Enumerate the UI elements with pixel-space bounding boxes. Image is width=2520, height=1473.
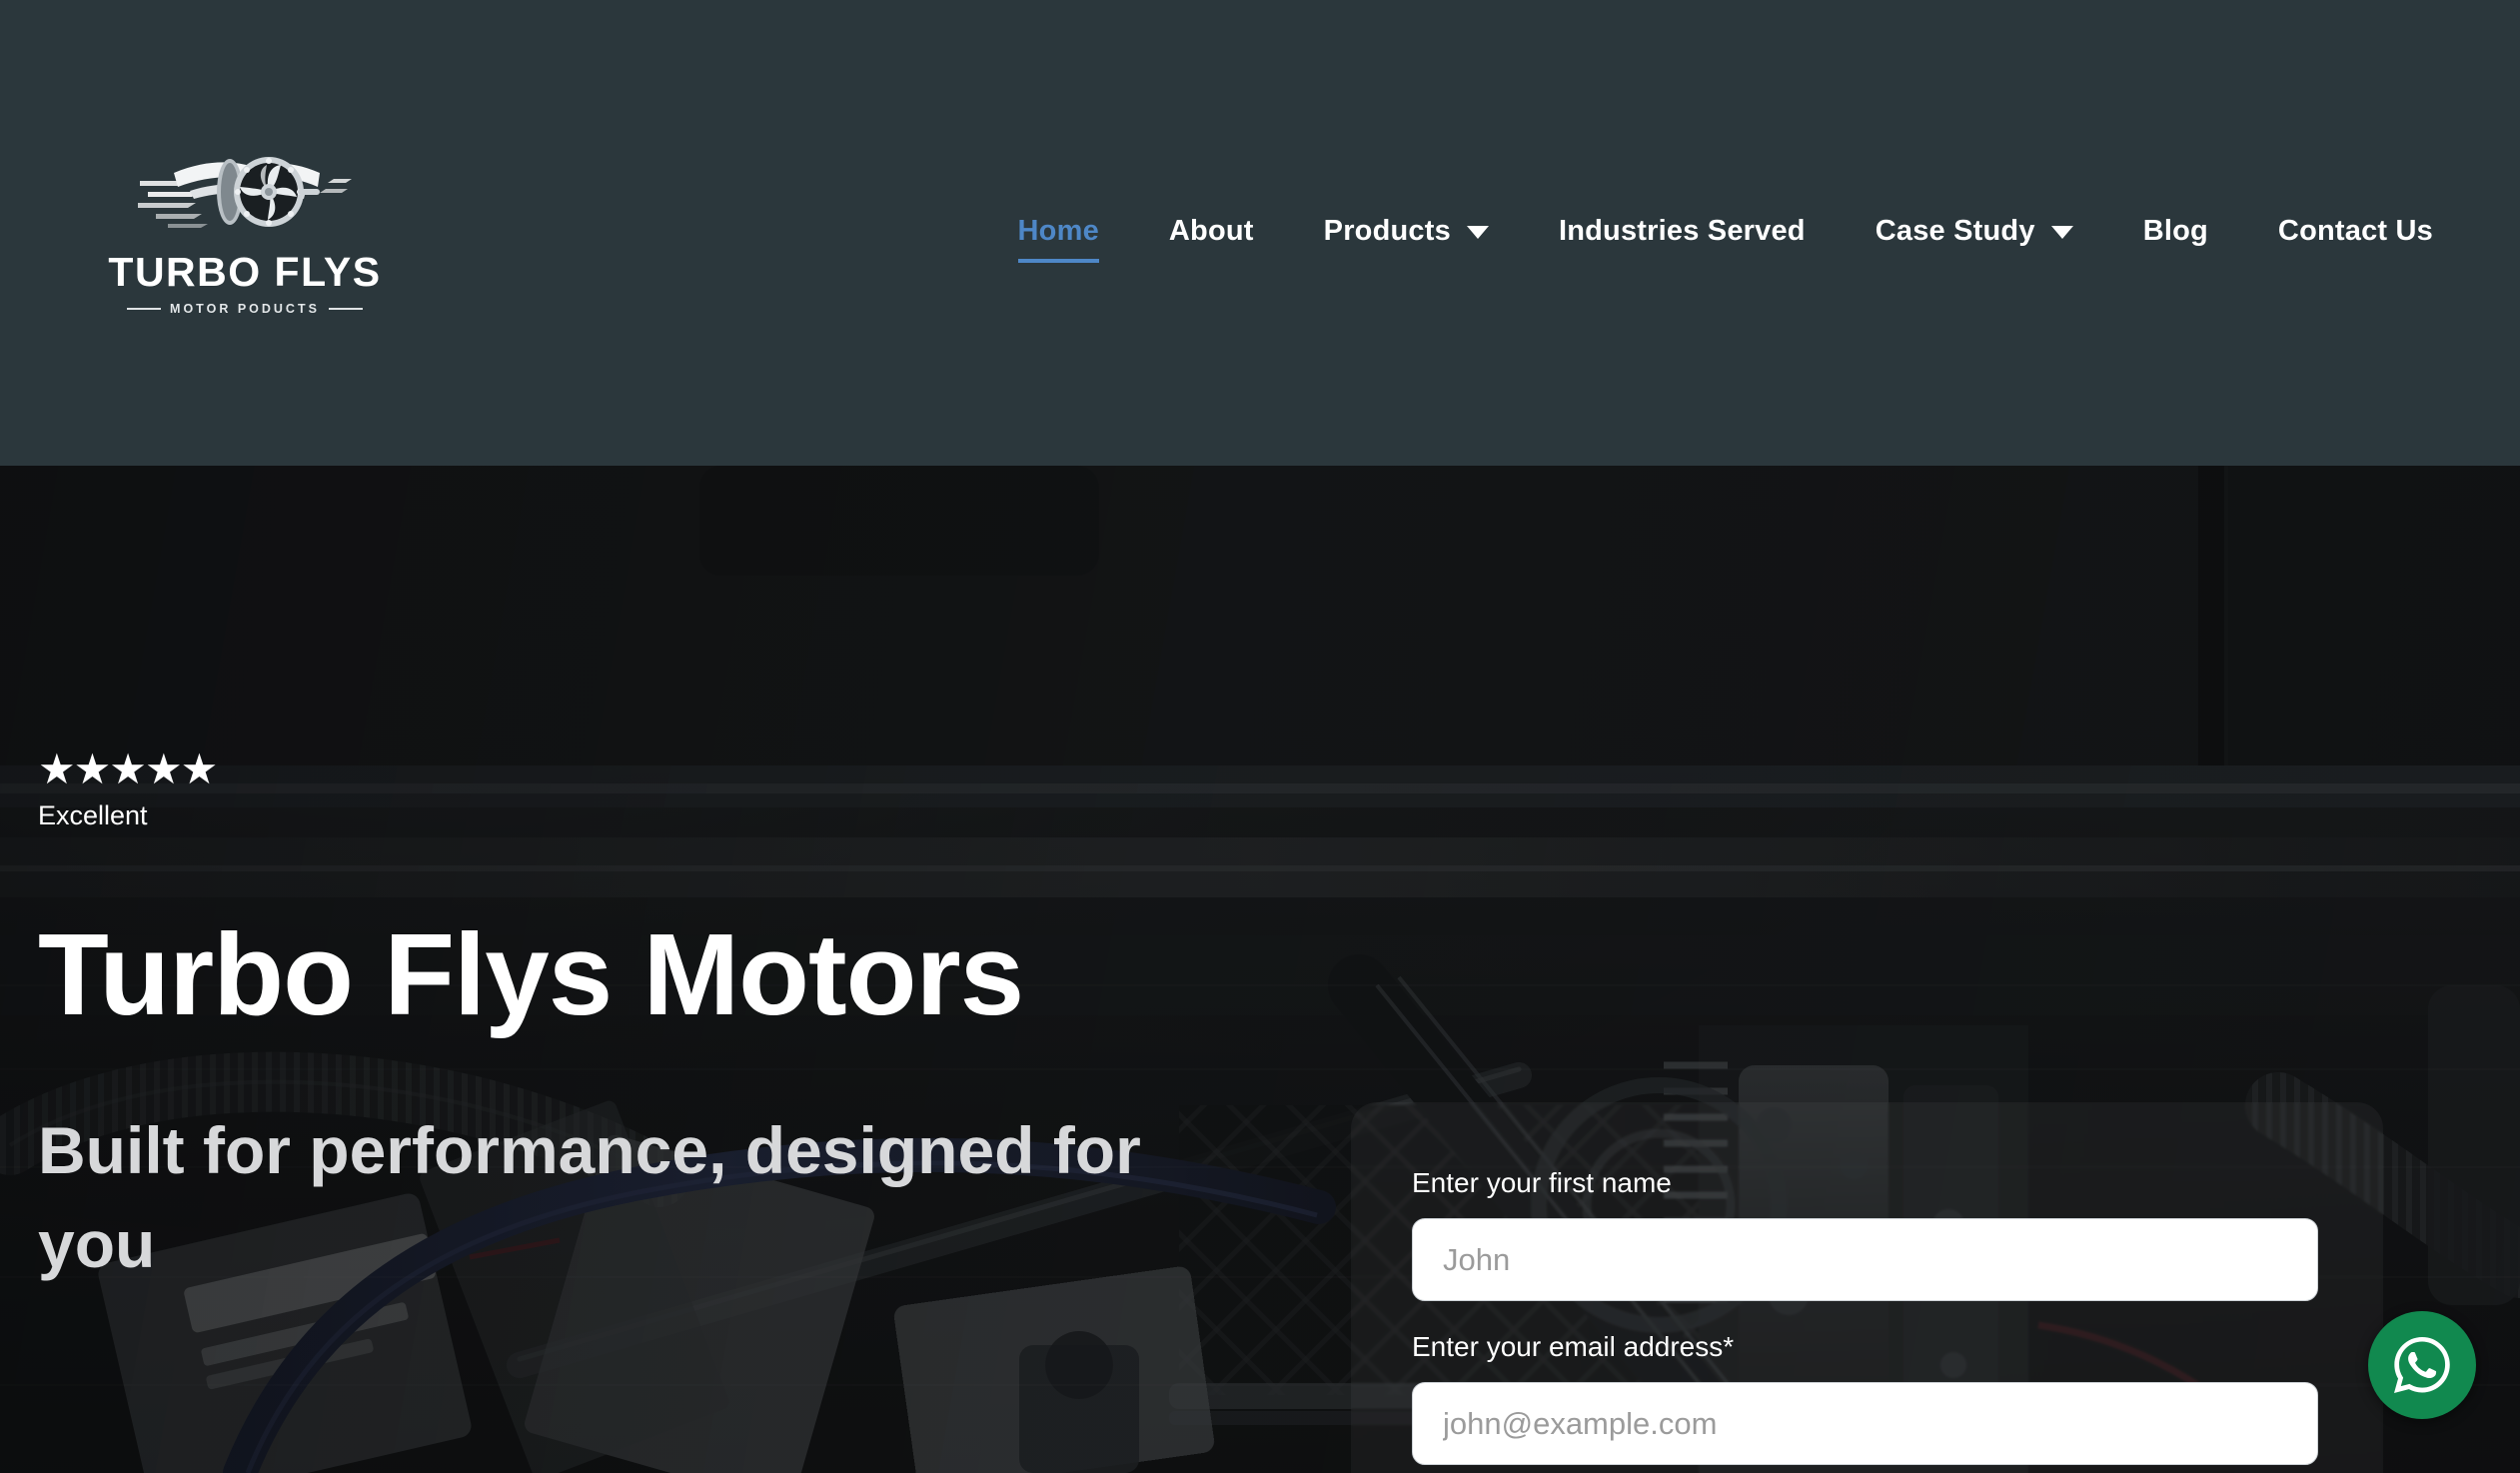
main-navigation: Home About Products Industries Served Ca… [983,196,2468,266]
nav-item-label: Home [1017,214,1099,247]
nav-item-blog[interactable]: Blog [2108,214,2243,247]
whatsapp-icon [2394,1337,2450,1393]
logo-rule-left [127,308,162,310]
turbo-fan-wings-logo-icon [137,157,352,228]
nav-item-label: Case Study [1875,214,2035,247]
first-name-input[interactable] [1412,1218,2318,1301]
nav-active-underline [1017,258,1099,263]
nav-item-label: Contact Us [2277,214,2433,247]
nav-item-industries-served[interactable]: Industries Served [1524,214,1841,247]
field-spacer [1412,1465,2321,1473]
email-field-group: Enter your email address* [1412,1333,2321,1465]
rating-label: Excellent [38,800,148,830]
hero-subtitle: Built for performance, designed for you [38,1112,1141,1281]
nav-item-label: Industries Served [1558,214,1806,247]
nav-item-label: Products [1323,214,1451,247]
nav-item-home[interactable]: Home [983,214,1134,263]
nav-item-case-study[interactable]: Case Study [1841,214,2108,247]
nav-item-about[interactable]: About [1134,214,1289,247]
hero-copy: ★★★★★ Excellent Turbo Flys Motors Built … [38,748,1287,1291]
rating-stars: ★★★★★ [38,745,218,792]
contact-form: Enter your first name Enter your email a… [1412,1169,2321,1473]
first-name-field-group: Enter your first name [1412,1169,2321,1301]
contact-form-panel: Enter your first name Enter your email a… [1351,1102,2383,1473]
whatsapp-float-button[interactable] [2368,1311,2476,1419]
nav-item-contact-us[interactable]: Contact Us [2243,214,2468,247]
first-name-label: Enter your first name [1412,1167,1672,1198]
nav-item-label: About [1168,214,1254,247]
hero-section: ★★★★★ Excellent Turbo Flys Motors Built … [0,466,2520,1473]
nav-item-products[interactable]: Products [1289,214,1524,247]
logo-wordmark: TURBO FLYS [108,249,382,295]
field-spacer [1412,1301,2321,1333]
logo-tagline-row: MOTOR PODUCTS [100,302,390,316]
email-input[interactable] [1412,1382,2318,1465]
site-header: TURBO FLYS MOTOR PODUCTS Home About Prod… [0,0,2520,466]
logo-rule-right [328,308,363,310]
site-logo[interactable]: TURBO FLYS MOTOR PODUCTS [100,135,390,325]
page-title: Turbo Flys Motors [38,909,1024,1039]
email-label: Enter your email address* [1412,1331,1735,1362]
nav-item-label: Blog [2142,214,2208,247]
logo-tagline: MOTOR PODUCTS [170,302,320,316]
chevron-down-icon[interactable] [2050,226,2073,239]
chevron-down-icon[interactable] [1466,226,1489,239]
